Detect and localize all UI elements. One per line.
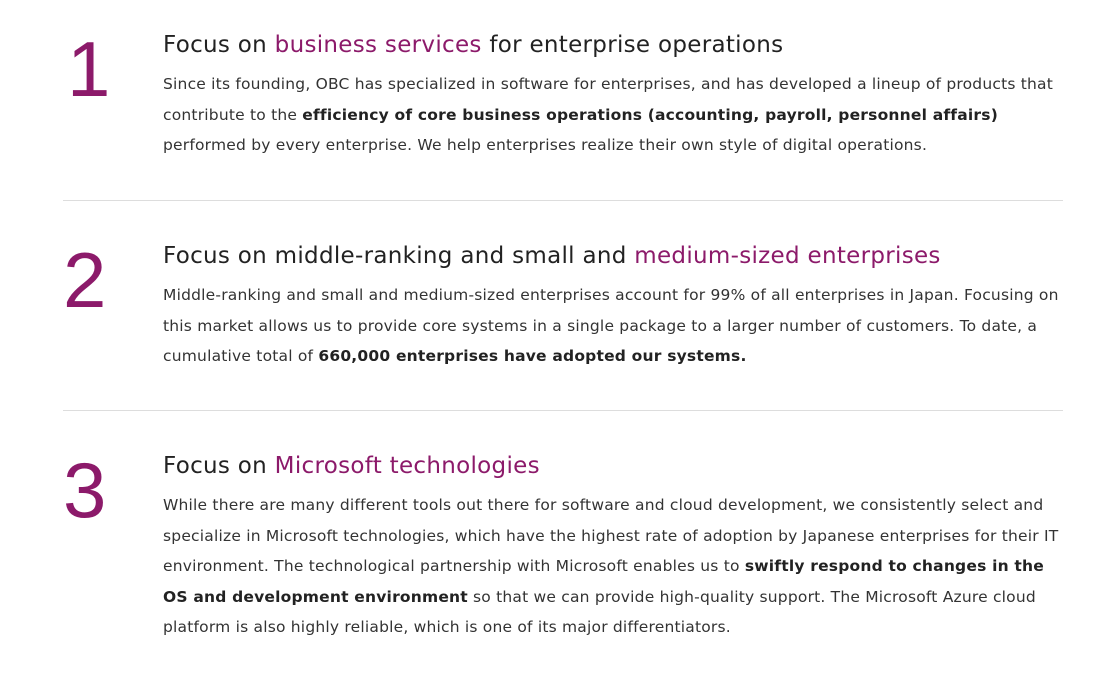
feature-title-accent: medium-sized enterprises bbox=[634, 243, 941, 269]
feature-description-highlight: 660,000 enterprises have adopted our sys… bbox=[318, 347, 747, 365]
feature-content: Focus on middle-ranking and small and me… bbox=[163, 241, 1063, 372]
feature-list: 1 Focus on business services for enterpr… bbox=[0, 0, 1101, 673]
feature-title-text: Focus on bbox=[163, 453, 275, 479]
feature-item: 3 Focus on Microsoft technologies While … bbox=[63, 410, 1063, 636]
feature-content: Focus on Microsoft technologies While th… bbox=[163, 451, 1063, 643]
feature-description-highlight: efficiency of core business operations (… bbox=[302, 105, 998, 124]
feature-title: Focus on middle-ranking and small and me… bbox=[163, 241, 1063, 271]
feature-number: 3 bbox=[63, 446, 107, 534]
feature-number: 2 bbox=[63, 236, 107, 324]
feature-title: Focus on business services for enterpris… bbox=[163, 30, 1063, 60]
feature-title-text: Focus on middle-ranking and small and bbox=[163, 243, 635, 269]
feature-item: 2 Focus on middle-ranking and small and … bbox=[63, 200, 1063, 365]
feature-number: 1 bbox=[67, 25, 111, 113]
feature-description-text-end: performed by every enterprise. We help e… bbox=[163, 136, 928, 154]
feature-title-accent: Microsoft technologies bbox=[274, 453, 540, 479]
feature-content: Focus on business services for enterpris… bbox=[163, 30, 1063, 161]
feature-description: Middle-ranking and small and medium-size… bbox=[163, 280, 1063, 372]
feature-title-text: Focus on bbox=[163, 32, 275, 58]
feature-description: While there are many different tools out… bbox=[163, 490, 1063, 643]
feature-title-text-end: for enterprise operations bbox=[481, 32, 784, 58]
feature-title-accent: business services bbox=[274, 32, 482, 58]
feature-title: Focus on Microsoft technologies bbox=[163, 451, 1063, 481]
feature-description: Since its founding, OBC has specialized … bbox=[163, 69, 1063, 161]
